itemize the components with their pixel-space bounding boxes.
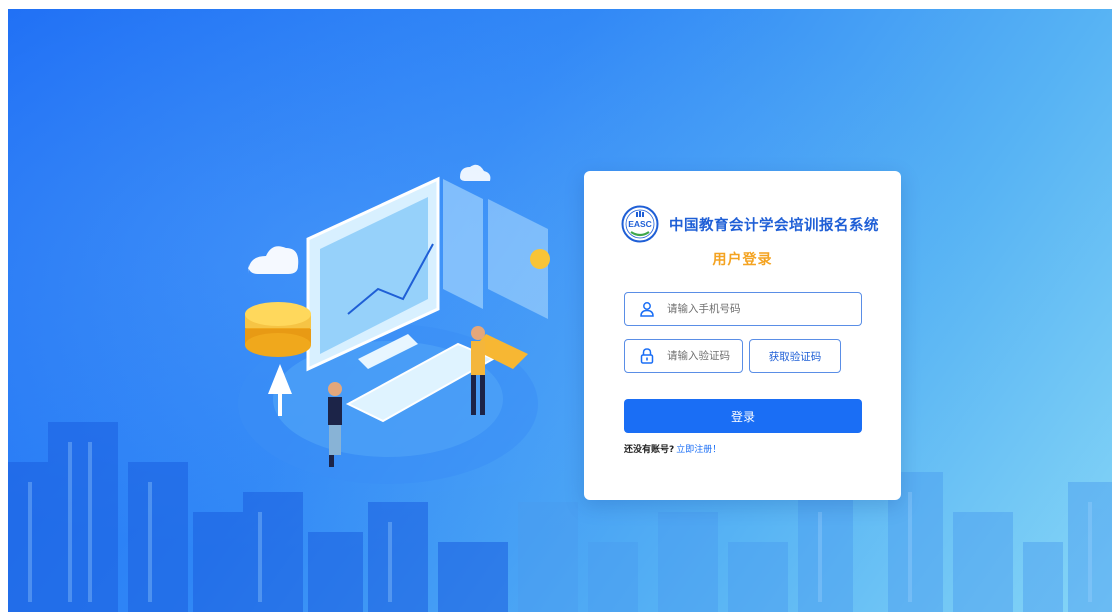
computer-finance-illustration [238, 164, 550, 484]
user-icon [640, 302, 654, 317]
code-input[interactable] [665, 349, 742, 363]
phone-field[interactable] [624, 292, 862, 326]
register-link[interactable]: 立即注册！ [676, 445, 721, 455]
brand-header: EASC 中国教育会计学会培训报名系统 [621, 205, 879, 243]
login-card: EASC 中国教育会计学会培训报名系统 用户登录 获取验证码 登录 还没有账 [584, 171, 901, 500]
get-code-button[interactable]: 获取验证码 [749, 339, 841, 373]
code-field[interactable] [624, 339, 743, 373]
system-title: 中国教育会计学会培训报名系统 [669, 217, 879, 234]
login-background: EASC 中国教育会计学会培训报名系统 用户登录 获取验证码 登录 还没有账 [8, 9, 1112, 612]
page-title: 用户登录 [712, 252, 773, 268]
logo-text: EASC [628, 219, 652, 229]
easc-logo: EASC [621, 205, 659, 243]
lock-icon [640, 348, 654, 364]
register-prompt: 还没有账号? [624, 445, 675, 455]
phone-input[interactable] [665, 302, 861, 316]
register-line: 还没有账号? 立即注册！ [624, 442, 721, 455]
login-button[interactable]: 登录 [624, 399, 862, 433]
